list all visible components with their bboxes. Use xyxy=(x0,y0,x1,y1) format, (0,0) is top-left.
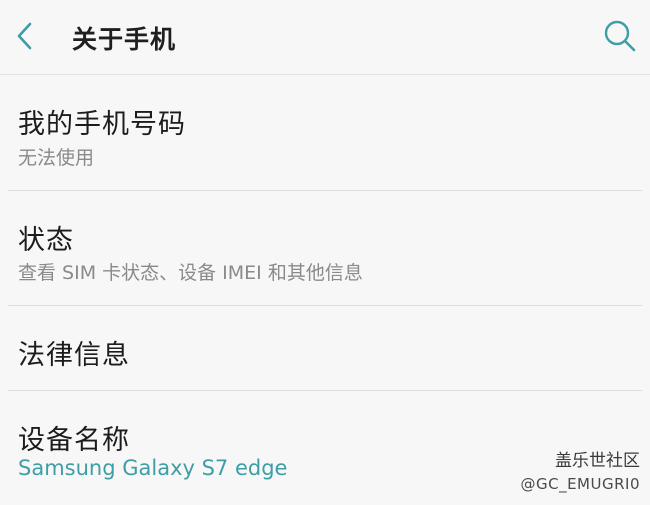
chevron-left-icon xyxy=(17,22,32,50)
watermark-community: 盖乐世社区 xyxy=(555,451,640,471)
watermark-handle: @GC_EMUGRI0 xyxy=(520,475,640,493)
list-item-phone-number[interactable]: 我的手机号码 无法使用 xyxy=(0,75,650,190)
list-item-status[interactable]: 状态 查看 SIM 卡状态、设备 IMEI 和其他信息 xyxy=(0,191,650,305)
item-title: 设备名称 xyxy=(18,425,130,456)
search-button[interactable] xyxy=(600,16,640,56)
app-header: 关于手机 xyxy=(0,0,650,75)
item-subtitle: Samsung Galaxy S7 edge xyxy=(18,456,288,480)
page-title: 关于手机 xyxy=(72,25,177,54)
item-title: 我的手机号码 xyxy=(18,109,186,140)
list-item-legal-info[interactable]: 法律信息 xyxy=(0,306,650,390)
search-icon xyxy=(604,20,636,52)
back-button[interactable] xyxy=(6,17,44,55)
item-title: 法律信息 xyxy=(18,340,130,371)
item-subtitle: 无法使用 xyxy=(18,147,95,169)
item-subtitle: 查看 SIM 卡状态、设备 IMEI 和其他信息 xyxy=(18,262,363,284)
item-title: 状态 xyxy=(18,225,74,256)
